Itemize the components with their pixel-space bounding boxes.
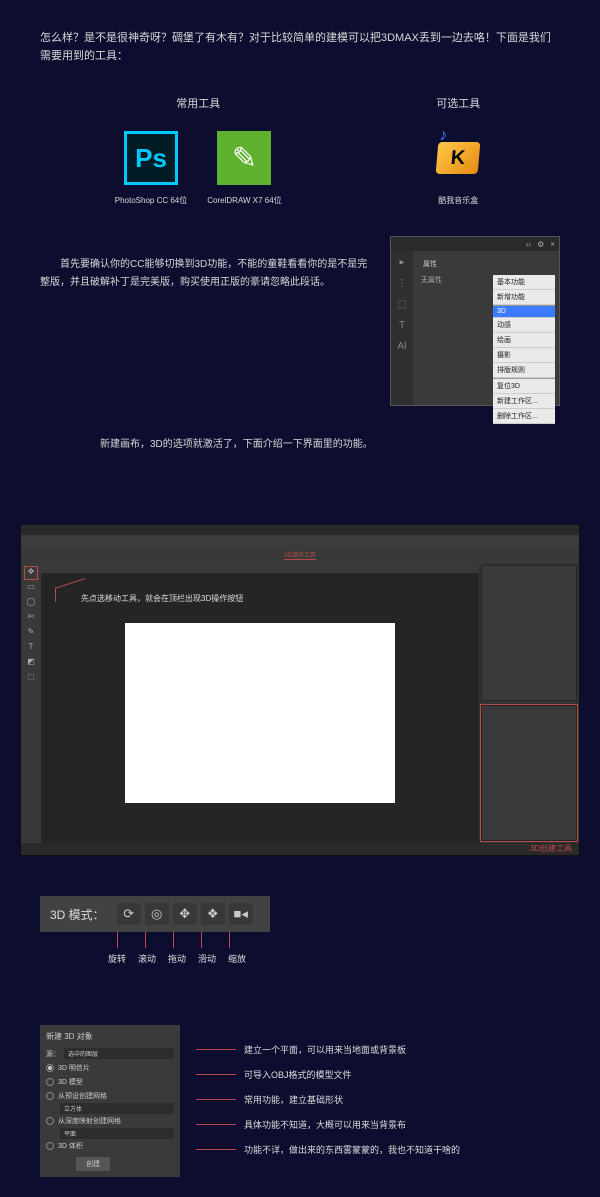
tool-icon[interactable]: ✎	[25, 627, 37, 639]
ps-status-bar	[21, 843, 579, 855]
intro-text: 怎么样？是不是很神奇呀？碉堡了有木有？对于比较简单的建模可以把3DMAX丢到一边…	[40, 30, 560, 65]
photoshop-label: PhotoShop CC 64位	[115, 195, 188, 206]
kuwo-icon: ♪ K	[431, 131, 485, 185]
close-icon[interactable]: ×	[550, 240, 555, 249]
ps-title-bar	[21, 525, 579, 535]
mode-labels-row: 旋转 滚动 拖动 滑动 缩放	[40, 952, 270, 965]
menu-item-reset3d[interactable]: 复位3D	[493, 379, 555, 394]
3d-tools-callout: 3D操作工具	[284, 550, 316, 560]
ps-right-panels: 3D创建工具	[479, 563, 579, 843]
preset-sub[interactable]: 立方体	[60, 1103, 174, 1114]
menu-item-motion[interactable]: 动感	[493, 318, 555, 333]
panel-icon-5[interactable]: Aǀ	[397, 341, 406, 352]
callout-lines	[40, 932, 270, 952]
roll-icon[interactable]: ◎	[145, 903, 169, 925]
move-tool-hint: 先点选移动工具，就会在顶栏出现3D操作按钮	[81, 593, 243, 604]
opt-depth-mesh[interactable]: 从深度映射创建网格	[46, 1114, 174, 1128]
tool-icon[interactable]: ⬚	[25, 672, 37, 684]
tool-icon[interactable]: ▭	[25, 582, 37, 594]
ps-panel-upper	[481, 565, 577, 701]
opt-postcard[interactable]: 3D 明信片	[46, 1061, 174, 1075]
rotate-icon[interactable]: ⟳	[117, 903, 141, 925]
create-button[interactable]: 创建	[76, 1157, 110, 1171]
common-tools-title: 常用工具	[115, 95, 282, 111]
menu-item-paint[interactable]: 绘画	[493, 333, 555, 348]
zoom-icon[interactable]: ■◂	[229, 903, 253, 925]
menu-item-newws[interactable]: 新建工作区...	[493, 394, 555, 409]
workspace-dropdown[interactable]: 基本功能 新增功能 3D 动感 绘画 摄影 排版规则 复位3D 新建工作区...…	[493, 275, 555, 424]
move-tool-icon[interactable]: ✥	[25, 567, 37, 579]
3d-create-section: 新建 3D 对象 源： 选中的图层 3D 明信片 3D 模型 从预设创建网格 立…	[0, 1005, 600, 1197]
coreldraw-icon: ✎	[217, 131, 271, 185]
ps-options-bar: 3D操作工具	[21, 547, 579, 563]
panel-title: 新建 3D 对象	[46, 1031, 174, 1042]
panel-icon-2[interactable]: ⋮	[397, 278, 407, 289]
label-slide: 滑动	[194, 952, 220, 965]
new-3d-object-panel: 新建 3D 对象 源： 选中的图层 3D 明信片 3D 模型 从预设创建网格 立…	[40, 1025, 180, 1177]
create-descriptions: 建立一个平面，可以用来当地面或背景板 可导入OBJ格式的模型文件 常用功能，建立…	[196, 1043, 560, 1168]
depth-sub[interactable]: 平面	[60, 1128, 174, 1139]
opt-model[interactable]: 3D 模型	[46, 1075, 174, 1089]
source-dropdown[interactable]: 选中的图层	[64, 1048, 174, 1059]
panel-icon-3[interactable]: ⬚	[397, 299, 406, 310]
common-tools-group: 常用工具 Ps PhotoShop CC 64位 ✎ CorelDRAW X7 …	[115, 95, 282, 206]
opt-volume[interactable]: 3D 体积	[46, 1139, 174, 1153]
kuwo-box-icon: K	[436, 142, 481, 174]
3d-create-tool-callout: 3D创建工具	[530, 843, 572, 854]
optional-tools-title: 可选工具	[431, 95, 485, 111]
label-rotate: 旋转	[104, 952, 130, 965]
source-label: 源：	[46, 1049, 60, 1059]
optional-tools-group: 可选工具 ♪ K 酷我音乐盒	[431, 95, 485, 206]
tool-icon[interactable]: T	[25, 642, 37, 654]
ruler	[41, 563, 479, 573]
tool-photoshop: Ps PhotoShop CC 64位	[115, 131, 188, 206]
desc-postcard: 建立一个平面，可以用来当地面或背景板	[244, 1043, 406, 1056]
properties-panel-screenshot: ‹‹ ⚙ × ▸ ⋮ ⬚ T Aǀ 属性 无属性 基本功能 新增功能 3D 动感	[390, 236, 560, 406]
tool-icon[interactable]: ◩	[25, 657, 37, 669]
source-row: 源： 选中的图层	[46, 1046, 174, 1061]
desc-depth: 具体功能不知道，大概可以用来当背景布	[244, 1118, 406, 1131]
paragraph-1: 首先要确认你的CC能够切换到3D功能，不能的童鞋看看你的是不是完整版，并且破解补…	[40, 236, 370, 406]
opt-preset-mesh[interactable]: 从预设创建网格	[46, 1089, 174, 1103]
slide-icon[interactable]: ❖	[201, 903, 225, 925]
gear-icon[interactable]: ⚙	[537, 240, 544, 249]
ps-canvas-area: 先点选移动工具，就会在顶栏出现3D操作按钮	[41, 563, 479, 843]
desc-volume: 功能不详，做出来的东西雾蒙蒙的，我也不知道干啥的	[244, 1143, 460, 1156]
tool-icon[interactable]: ✄	[25, 612, 37, 624]
tool-icon[interactable]: ◯	[25, 597, 37, 609]
kuwo-label: 酷我音乐盒	[431, 195, 485, 206]
tools-row: 常用工具 Ps PhotoShop CC 64位 ✎ CorelDRAW X7 …	[40, 95, 560, 206]
3d-mode-section: 3D 模式： ⟳ ◎ ✥ ❖ ■◂ 旋转 滚动 拖动 滑动 缩放	[0, 856, 600, 1005]
label-drag: 拖动	[164, 952, 190, 965]
menu-item-3d[interactable]: 3D	[493, 306, 555, 318]
coreldraw-label: CorelDRAW X7 64位	[207, 195, 281, 206]
menu-item-delws[interactable]: 删除工作区...	[493, 409, 555, 424]
menu-item-new[interactable]: 新增功能	[493, 290, 555, 305]
ps-menu-bar	[21, 535, 579, 547]
menu-item-photo[interactable]: 摄影	[493, 348, 555, 363]
drag-icon[interactable]: ✥	[173, 903, 197, 925]
collapse-icon[interactable]: ‹‹	[526, 240, 531, 249]
ps-3d-panel[interactable]: 3D创建工具	[481, 705, 577, 841]
panel-left-icons: ▸ ⋮ ⬚ T Aǀ	[391, 251, 413, 405]
tool-coreldraw: ✎ CorelDRAW X7 64位	[207, 131, 281, 206]
panel-icon-4[interactable]: T	[399, 320, 405, 331]
label-roll: 滚动	[134, 952, 160, 965]
ps-toolbar: ✥ ▭ ◯ ✄ ✎ T ◩ ⬚	[21, 563, 41, 843]
panel-top-bar: ‹‹ ⚙ ×	[391, 237, 559, 251]
3d-mode-label: 3D 模式：	[50, 906, 105, 923]
desc-preset: 常用功能，建立基础形状	[244, 1093, 343, 1106]
canvas[interactable]	[125, 623, 395, 803]
desc-model: 可导入OBJ格式的模型文件	[244, 1068, 352, 1081]
3d-mode-toolbar: 3D 模式： ⟳ ◎ ✥ ❖ ■◂	[40, 896, 270, 932]
panel-icon-1[interactable]: ▸	[399, 257, 404, 268]
photoshop-window-screenshot: 3D操作工具 ✥ ▭ ◯ ✄ ✎ T ◩ ⬚ 先点选移动工具，就会在顶栏出现3D…	[20, 524, 580, 856]
tool-kuwo: ♪ K 酷我音乐盒	[431, 131, 485, 206]
paragraph-2: 新建画布，3D的选项就激活了，下面介绍一下界面里的功能。	[80, 436, 520, 454]
photoshop-icon: Ps	[124, 131, 178, 185]
properties-tab[interactable]: 属性	[419, 257, 441, 271]
label-zoom: 缩放	[224, 952, 250, 965]
menu-item-typo[interactable]: 排版规则	[493, 363, 555, 378]
menu-item-basic[interactable]: 基本功能	[493, 275, 555, 290]
